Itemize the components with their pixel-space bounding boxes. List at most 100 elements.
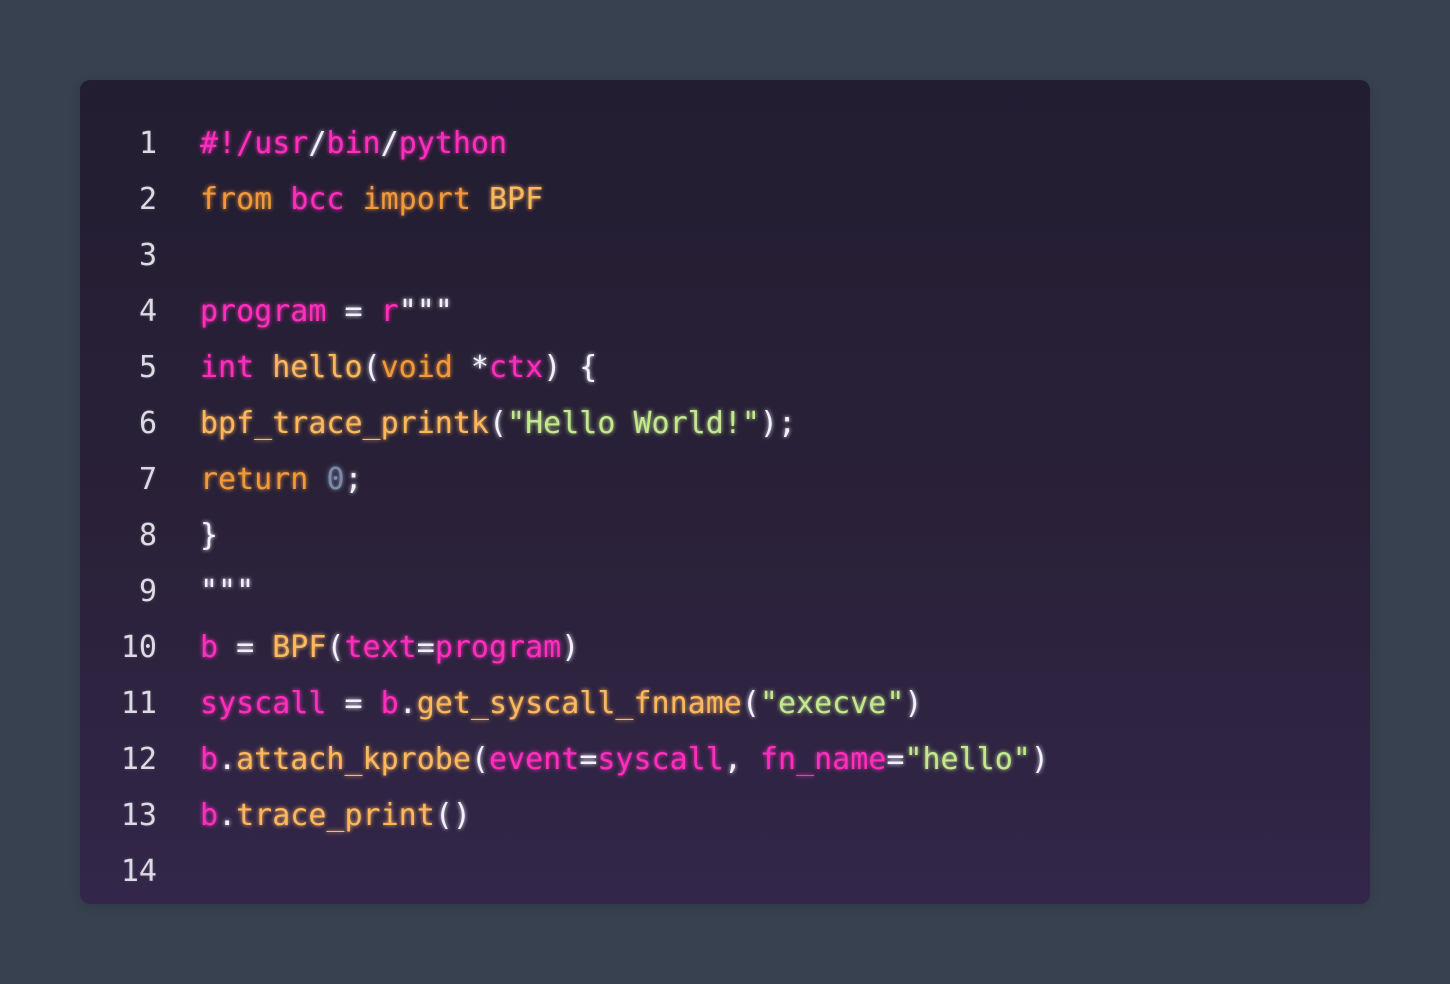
code-token: ) { <box>543 350 598 385</box>
line-number: 7 <box>138 462 157 497</box>
line-code: return 0; <box>200 452 363 508</box>
code-line[interactable]: 1 #!/usr/bin/python <box>80 116 1370 172</box>
code-token: ); <box>759 406 797 441</box>
code-line[interactable]: 3 <box>80 228 1370 284</box>
code-token: program <box>200 294 327 329</box>
line-code: #!/usr/bin/python <box>200 116 507 172</box>
line-code: syscall = b.get_syscall_fnname("execve") <box>200 676 922 732</box>
code-token: fn_name <box>759 742 887 777</box>
code-line[interactable]: 10 b = BPF(text=program) <box>80 620 1370 676</box>
code-token: ctx <box>489 350 544 385</box>
code-token: """ <box>200 574 255 609</box>
line-number: 4 <box>138 294 157 329</box>
line-code: } <box>200 508 218 564</box>
code-line[interactable]: 4 program = r""" <box>80 284 1370 340</box>
line-number: 9 <box>138 574 157 609</box>
code-token: ( <box>470 742 489 777</box>
code-token: bin <box>326 126 381 161</box>
line-code: b = BPF(text=program) <box>200 620 579 676</box>
code-token: ( <box>362 350 381 385</box>
code-line[interactable]: 2 from bcc import BPF <box>80 172 1370 228</box>
code-token: , <box>723 742 760 777</box>
code-line[interactable]: 9 """ <box>80 564 1370 620</box>
code-token: ( <box>326 630 345 665</box>
code-token: syscall <box>200 686 327 721</box>
code-token: "Hello World!" <box>507 406 760 441</box>
code-lines: 1 #!/usr/bin/python 2 from bcc import BPF 3 4… <box>80 116 1370 900</box>
code-token: = <box>886 742 905 777</box>
line-number: 8 <box>138 518 157 553</box>
code-token: BPF <box>272 630 327 665</box>
code-line[interactable]: 14 <box>80 844 1370 900</box>
code-token: b <box>380 686 399 721</box>
line-number: 14 <box>120 854 157 889</box>
code-token: "hello" <box>904 742 1031 777</box>
code-token: / <box>380 126 399 161</box>
line-number: 10 <box>120 630 157 665</box>
code-line[interactable]: 8} <box>80 508 1370 564</box>
code-token: BPF <box>489 182 544 217</box>
code-token: get_syscall_fnname <box>416 686 742 721</box>
code-token: . <box>218 798 237 833</box>
code-token: r <box>380 294 399 329</box>
code-token: 0 <box>326 462 345 497</box>
code-token: * <box>452 350 489 385</box>
code-token: = <box>326 294 381 329</box>
code-token: = <box>579 742 598 777</box>
code-line[interactable]: 5 int hello(void *ctx) { <box>80 340 1370 396</box>
line-number: 2 <box>138 182 157 217</box>
code-token: b <box>200 742 219 777</box>
code-token: void <box>380 350 453 385</box>
code-token: import <box>362 182 471 217</box>
code-token: trace_print <box>236 798 435 833</box>
line-number: 3 <box>138 238 157 273</box>
code-token: #!/ <box>200 126 255 161</box>
code-line[interactable]: 13 b.trace_print() <box>80 788 1370 844</box>
line-code: program = r""" <box>200 284 453 340</box>
code-token: event <box>489 742 580 777</box>
line-number: 11 <box>120 686 157 721</box>
code-token: syscall <box>597 742 724 777</box>
code-token: / <box>308 126 327 161</box>
code-token: ( <box>488 406 508 441</box>
code-editor-window: 1 #!/usr/bin/python 2 from bcc import BPF 3 4… <box>80 80 1370 904</box>
line-number: 13 <box>120 798 157 833</box>
line-number: 5 <box>138 350 157 385</box>
code-token: ) <box>904 686 923 721</box>
code-token: . <box>398 686 417 721</box>
code-token: } <box>200 518 219 553</box>
code-token: ) <box>1030 742 1049 777</box>
code-token: int <box>200 350 255 385</box>
code-token: from <box>200 182 273 217</box>
line-number: 1 <box>138 126 157 161</box>
line-code: from bcc import BPF <box>200 172 543 228</box>
code-token: = <box>218 630 273 665</box>
code-token: . <box>218 742 237 777</box>
code-token: python <box>398 126 508 161</box>
code-line[interactable]: 6 bpf_trace_printk("Hello World!"); <box>80 396 1370 452</box>
code-token: b <box>200 798 219 833</box>
code-line[interactable]: 11 syscall = b.get_syscall_fnname("execve… <box>80 676 1370 732</box>
code-token: ( <box>741 686 760 721</box>
line-code: b.trace_print() <box>200 788 471 844</box>
code-line[interactable]: 12 b.attach_kprobe(event=syscall, fn_name… <box>80 732 1370 788</box>
code-token: program <box>434 630 562 665</box>
code-token: attach_kprobe <box>236 742 471 777</box>
line-number: 12 <box>120 742 157 777</box>
code-token: """ <box>398 294 453 329</box>
code-token: b <box>200 630 219 665</box>
code-token: = <box>326 686 381 721</box>
code-token: return <box>200 462 309 497</box>
line-number: 6 <box>138 406 157 441</box>
code-token: = <box>416 630 435 665</box>
code-line[interactable]: 7 return 0; <box>80 452 1370 508</box>
code-token: usr <box>254 126 309 161</box>
code-token: bpf_trace_printk <box>200 406 489 441</box>
code-token: () <box>434 798 471 833</box>
code-token: bcc <box>290 182 345 217</box>
